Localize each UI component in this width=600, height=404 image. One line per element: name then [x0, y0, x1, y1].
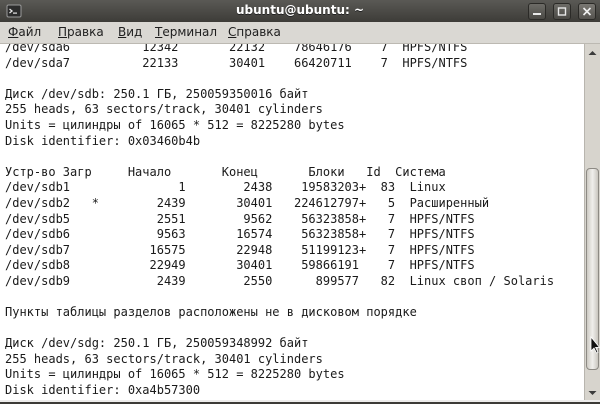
- title-bar[interactable]: ubuntu@ubuntu: ~: [0, 0, 600, 22]
- window-title: ubuntu@ubuntu: ~: [235, 3, 365, 17]
- terminal-text: /dev/sda6 12342 22132 78646176 7 HPFS/NT…: [5, 44, 555, 398]
- close-button[interactable]: [578, 3, 596, 20]
- terminal-window: ubuntu@ubuntu: ~ Файл Правка Вид Термина…: [0, 0, 600, 402]
- window-controls: [526, 3, 596, 20]
- scroll-up-arrow-icon[interactable]: [585, 45, 600, 59]
- menu-terminal[interactable]: Терминал: [155, 25, 217, 39]
- mouse-cursor-icon: [590, 336, 600, 354]
- scroll-down-arrow-icon[interactable]: [585, 385, 600, 399]
- close-icon: [582, 7, 592, 16]
- minimize-icon: [532, 13, 541, 15]
- minimize-button[interactable]: [527, 3, 546, 20]
- terminal-output-area[interactable]: /dev/sda6 12342 22132 78646176 7 HPFS/NT…: [0, 44, 584, 400]
- maximize-button[interactable]: [552, 3, 571, 20]
- menu-help[interactable]: Справка: [228, 25, 281, 39]
- menu-view[interactable]: Вид: [118, 25, 142, 39]
- menu-file[interactable]: Файл: [8, 25, 41, 39]
- menu-edit[interactable]: Правка: [58, 25, 104, 39]
- maximize-icon: [557, 7, 567, 16]
- menu-bar: Файл Правка Вид Терминал Справка: [0, 22, 600, 44]
